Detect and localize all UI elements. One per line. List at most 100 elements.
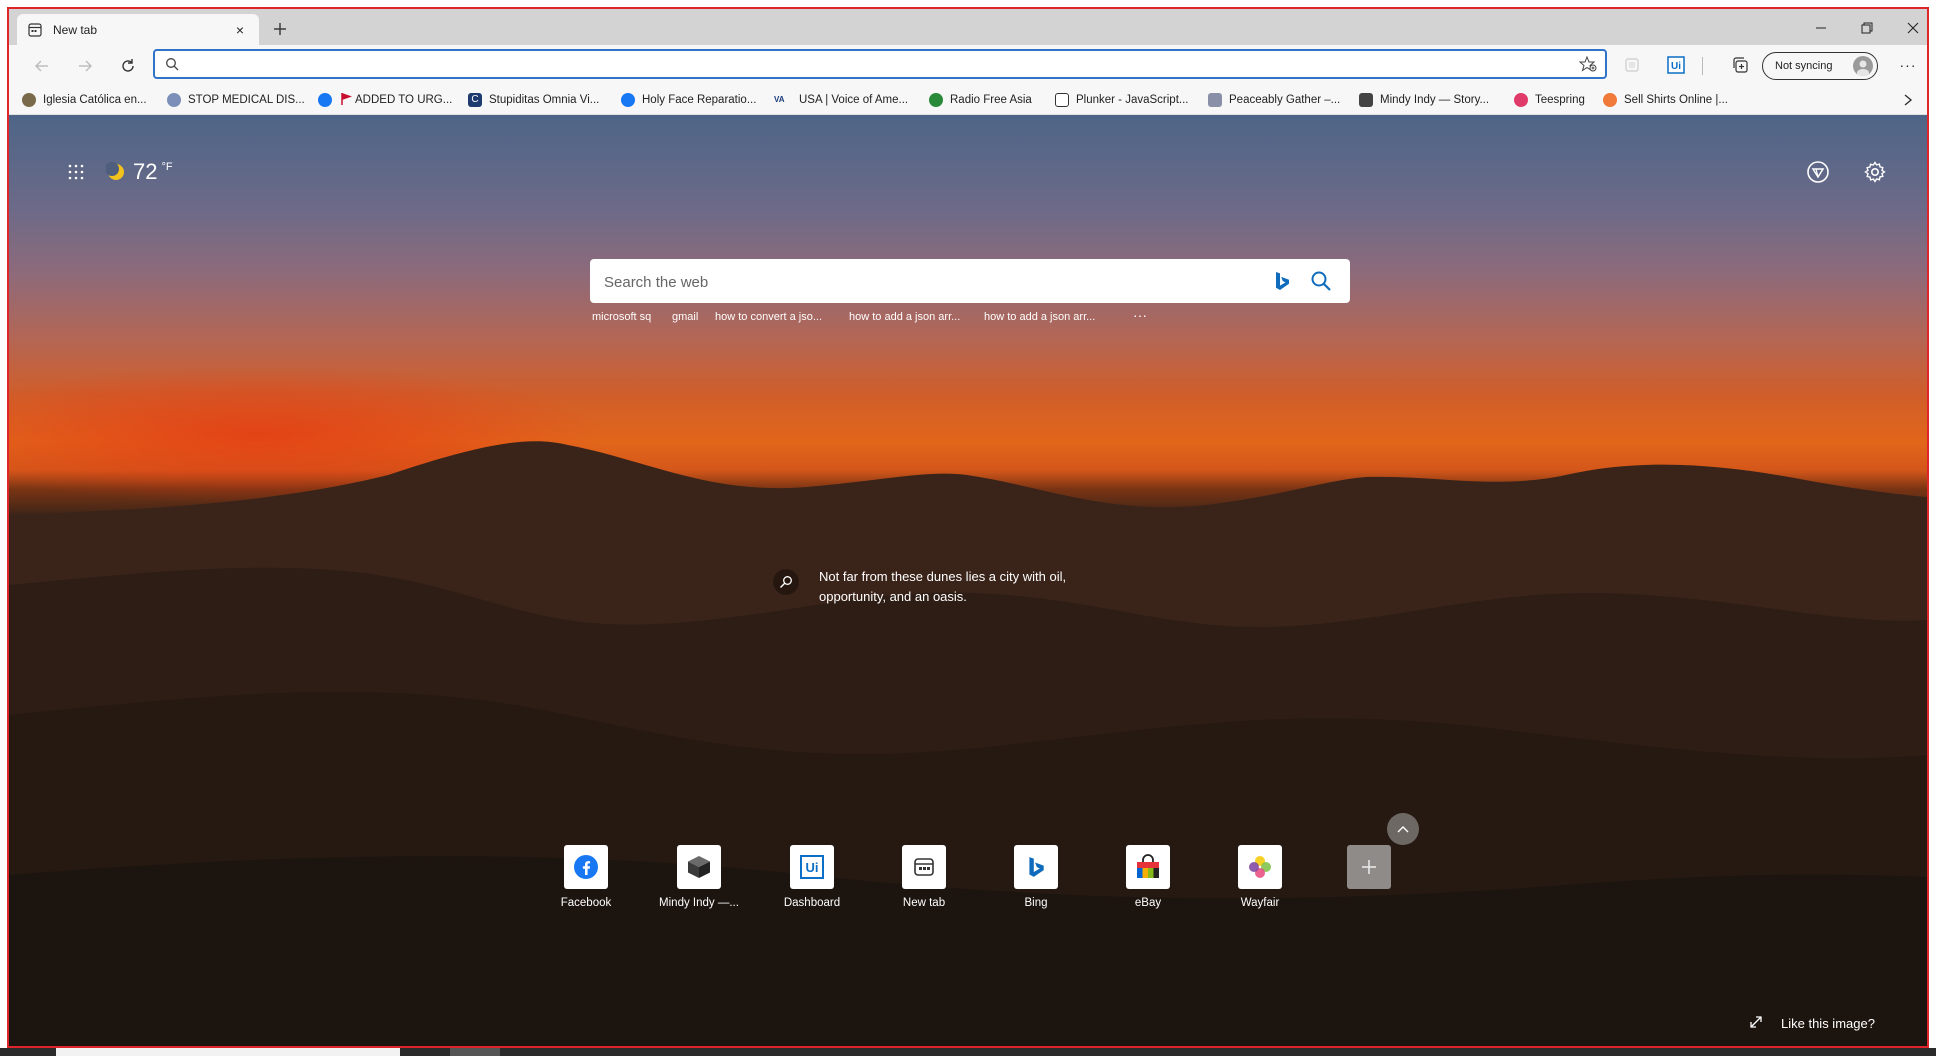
- tab-close-icon[interactable]: ×: [231, 22, 249, 38]
- avatar: [1853, 56, 1873, 76]
- search-suggestion[interactable]: how to add a json arr...: [849, 311, 960, 323]
- bookmark-item[interactable]: Holy Face Reparatio...: [621, 91, 756, 109]
- new-tab-icon: [902, 845, 946, 889]
- quick-link-label: New tab: [902, 897, 946, 909]
- bookmark-item[interactable]: C Stupiditas Omnia Vi...: [468, 91, 599, 109]
- refresh-button[interactable]: [115, 53, 141, 79]
- more-suggestions-button[interactable]: ···: [1133, 307, 1147, 323]
- plus-icon: [1362, 860, 1376, 874]
- ebay-icon: [1126, 845, 1170, 889]
- restore-button[interactable]: [1852, 18, 1882, 38]
- more-favorites-button[interactable]: [1903, 91, 1913, 109]
- new-tab-button[interactable]: [269, 18, 291, 40]
- search-suggestion[interactable]: microsoft sq: [592, 311, 651, 323]
- quick-link-label: Bing: [1024, 897, 1048, 909]
- address-input[interactable]: [185, 54, 1559, 76]
- bookmark-label: Iglesia Católica en...: [43, 94, 147, 106]
- bookmark-label: STOP MEDICAL DIS...: [188, 94, 305, 106]
- flag-icon: [341, 92, 353, 109]
- image-caption[interactable]: Not far from these dunes lies a city wit…: [819, 567, 1079, 607]
- forward-button[interactable]: [72, 53, 98, 79]
- svg-text:Ui: Ui: [806, 860, 819, 875]
- like-this-image-link[interactable]: Like this image?: [1749, 1015, 1875, 1032]
- bookmark-item[interactable]: [318, 91, 336, 109]
- search-suggestion[interactable]: how to add a json arr...: [984, 311, 1095, 323]
- quick-link-label: Wayfair: [1240, 897, 1280, 909]
- close-window-button[interactable]: [1898, 18, 1927, 38]
- bookmark-item[interactable]: STOP MEDICAL DIS...: [167, 91, 305, 109]
- bookmark-item[interactable]: VA USA | Voice of Ame...: [774, 91, 908, 109]
- apps-grid-icon[interactable]: [63, 159, 89, 185]
- search-submit-icon[interactable]: [1310, 270, 1332, 297]
- bookmark-item[interactable]: Teespring: [1514, 91, 1585, 109]
- add-quick-link-button[interactable]: [1347, 845, 1391, 889]
- quick-link-label: Facebook: [560, 897, 612, 909]
- new-tab-page: 72°F microsoft sq gmail how to convert a…: [9, 115, 1927, 1046]
- taskbar-app-highlight: [450, 1048, 500, 1056]
- web-search-input[interactable]: [602, 269, 1246, 295]
- bookmark-label: Radio Free Asia: [950, 94, 1032, 106]
- extension-placeholder-icon[interactable]: [1621, 54, 1643, 76]
- bookmark-label: Mindy Indy — Story...: [1380, 94, 1490, 106]
- bookmark-item[interactable]: Mindy Indy — Story...: [1359, 91, 1489, 109]
- rfa-icon: [929, 93, 943, 107]
- quick-link-new-tab[interactable]: New tab: [874, 845, 974, 909]
- bookmark-item[interactable]: Radio Free Asia: [929, 91, 1032, 109]
- tab-new-tab[interactable]: New tab ×: [17, 14, 259, 45]
- chevron-right-icon: [1904, 94, 1913, 106]
- bookmark-label: USA | Voice of Ame...: [799, 94, 909, 106]
- bookmark-item[interactable]: Plunker - JavaScript...: [1055, 91, 1188, 109]
- taskbar-edge: [0, 1048, 1936, 1056]
- collections-icon[interactable]: [1729, 54, 1751, 76]
- back-button[interactable]: [29, 53, 55, 79]
- bookmark-item[interactable]: ADDED TO URG...: [341, 91, 452, 109]
- browser-window: New tab × Ui Not syncing ··· Iglesia Cat…: [7, 7, 1929, 1048]
- quick-link-wayfair[interactable]: Wayfair: [1210, 845, 1310, 909]
- bookmark-label: ADDED TO URG...: [355, 94, 453, 106]
- address-bar[interactable]: [153, 49, 1607, 79]
- quick-link-label: Mindy Indy —...: [659, 897, 739, 909]
- uipath-extension-icon[interactable]: Ui: [1665, 54, 1687, 76]
- bookmark-item[interactable]: Peaceably Gather –...: [1208, 91, 1340, 109]
- bookmark-label: Holy Face Reparatio...: [642, 94, 757, 106]
- quick-link-dashboard[interactable]: Ui Dashboard: [762, 845, 862, 909]
- search-suggestion[interactable]: gmail: [672, 311, 698, 323]
- temperature-unit: °F: [161, 161, 173, 173]
- collapse-quick-links-button[interactable]: [1387, 813, 1419, 845]
- rewards-icon[interactable]: [1805, 159, 1831, 185]
- profile-sync-button[interactable]: Not syncing: [1762, 52, 1878, 80]
- bookmark-label: Teespring: [1535, 94, 1585, 106]
- tab-strip: New tab ×: [9, 9, 1927, 45]
- new-tab-page-icon: [27, 22, 43, 38]
- quick-link-facebook[interactable]: Facebook: [536, 845, 636, 909]
- c-icon: C: [468, 93, 482, 107]
- image-search-icon[interactable]: [773, 569, 799, 595]
- bookmark-label: Plunker - JavaScript...: [1076, 94, 1189, 106]
- teespring-icon: [1514, 93, 1528, 107]
- quick-link-label: eBay: [1134, 897, 1162, 909]
- temperature-value: 72: [133, 159, 158, 184]
- quick-link-bing[interactable]: Bing: [986, 845, 1086, 909]
- web-search-box[interactable]: [590, 259, 1350, 303]
- svg-text:Ui: Ui: [1671, 61, 1681, 72]
- voa-icon: VA: [774, 95, 785, 104]
- search-suggestion[interactable]: how to convert a jso...: [715, 311, 822, 323]
- settings-more-icon[interactable]: ···: [1897, 54, 1919, 76]
- minimize-button[interactable]: [1806, 18, 1836, 38]
- facebook-icon: [318, 93, 332, 107]
- weather-temperature[interactable]: 72 °F: [133, 159, 173, 185]
- browser-toolbar: Ui Not syncing ···: [9, 45, 1927, 85]
- bookmark-item[interactable]: Iglesia Católica en...: [22, 91, 147, 109]
- bookmark-item[interactable]: Sell Shirts Online |...: [1603, 91, 1728, 109]
- site-icon: [1208, 93, 1222, 107]
- cube-icon: [677, 845, 721, 889]
- gear-icon[interactable]: [1862, 159, 1888, 185]
- weather-moon-icon[interactable]: [103, 159, 129, 185]
- favorites-bar: Iglesia Católica en... STOP MEDICAL DIS.…: [9, 85, 1927, 115]
- wayfair-icon: [1238, 845, 1282, 889]
- quick-link-ebay[interactable]: eBay: [1098, 845, 1198, 909]
- expand-icon: [1749, 1015, 1763, 1032]
- sync-status-label: Not syncing: [1775, 60, 1833, 72]
- add-favorite-icon[interactable]: [1578, 55, 1597, 77]
- quick-link-mindy-indy[interactable]: Mindy Indy —...: [649, 845, 749, 909]
